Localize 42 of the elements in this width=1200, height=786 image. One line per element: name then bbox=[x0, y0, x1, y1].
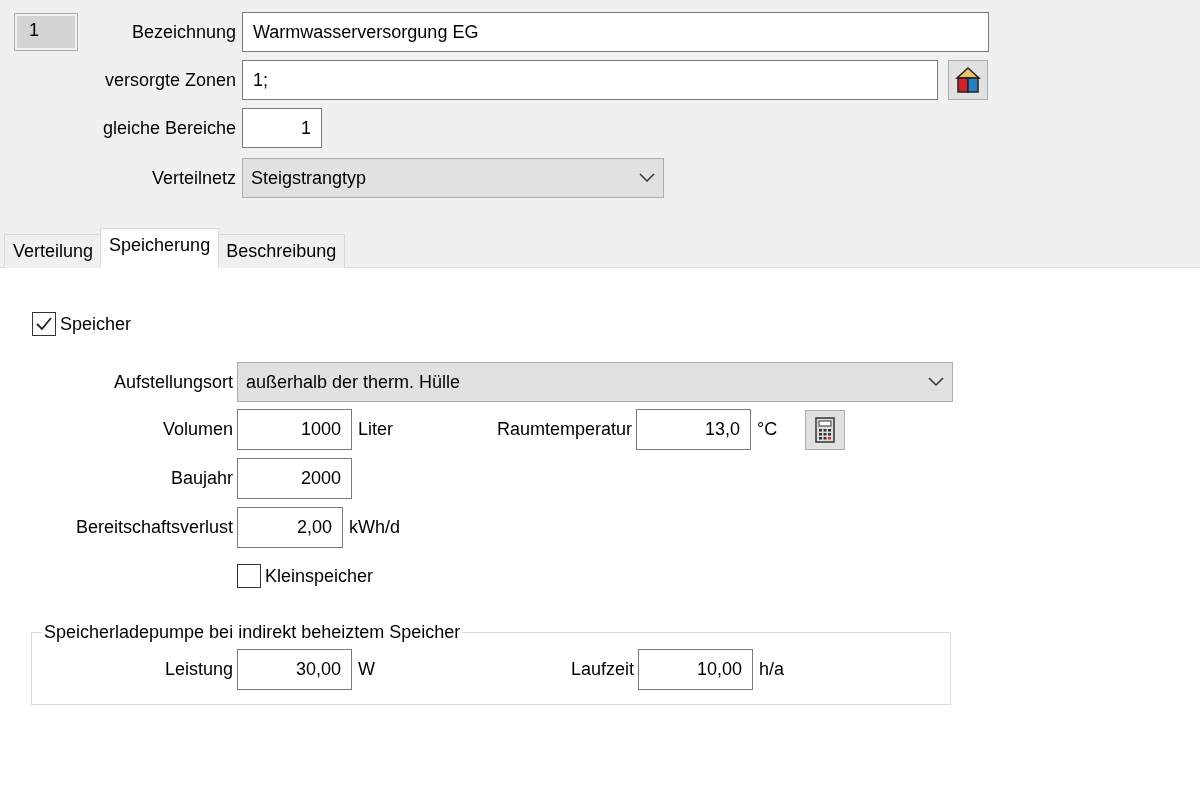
field-label: Baujahr bbox=[170, 468, 234, 489]
number-field[interactable]: 30,00 bbox=[237, 649, 352, 690]
field-label: Aufstellungsort bbox=[113, 371, 234, 393]
number-field[interactable]: 10,00 bbox=[638, 649, 753, 690]
text-field[interactable]: 1; bbox=[242, 60, 938, 100]
number-field[interactable]: 1000 bbox=[237, 409, 352, 450]
dropdown[interactable]: Steigstrangtyp bbox=[242, 158, 664, 198]
number-field[interactable]: 2,00 bbox=[237, 507, 343, 548]
tab[interactable]: Verteilung bbox=[4, 234, 103, 268]
field-label: Bereitschaftsverlust bbox=[75, 517, 234, 538]
calculator-button[interactable] bbox=[805, 409, 846, 450]
house-icon bbox=[955, 66, 981, 94]
text-field[interactable]: Warmwasserversorgung EG bbox=[242, 12, 989, 52]
unit-label: kWh/d bbox=[348, 517, 400, 538]
field-label: Raumtemperatur bbox=[496, 419, 633, 440]
number-field[interactable]: 13,0 bbox=[636, 409, 751, 450]
unit-label: Liter bbox=[357, 419, 393, 440]
record-number: 1 bbox=[14, 13, 78, 51]
dropdown[interactable]: außerhalb der therm. Hülle bbox=[237, 362, 953, 402]
unit-label: W bbox=[357, 659, 375, 680]
tab[interactable]: Beschreibung bbox=[217, 234, 346, 268]
field-label: versorgte Zonen bbox=[104, 69, 237, 91]
tab[interactable]: Speicherung bbox=[100, 228, 220, 268]
unit-label: °C bbox=[756, 419, 778, 440]
field-label: gleiche Bereiche bbox=[102, 117, 237, 139]
chevron-down-icon bbox=[928, 377, 944, 387]
calculator-icon bbox=[815, 416, 836, 443]
field-label: Verteilnetz bbox=[151, 167, 237, 189]
unit-label: h/a bbox=[758, 659, 785, 680]
number-field[interactable]: 1 bbox=[242, 108, 322, 148]
checkbox-label: Speicher bbox=[60, 313, 132, 335]
field-label: Bezeichnung bbox=[131, 21, 237, 43]
field-label: Leistung bbox=[164, 659, 234, 680]
checkbox[interactable] bbox=[237, 564, 261, 588]
checkbox[interactable] bbox=[32, 312, 56, 336]
field-label: Laufzeit bbox=[570, 659, 635, 680]
zone-button[interactable] bbox=[948, 60, 988, 100]
chevron-down-icon bbox=[639, 173, 655, 183]
field-label: Volumen bbox=[162, 419, 234, 440]
group-title: Speicherladepumpe bei indirekt beheiztem Speicher bbox=[43, 622, 462, 643]
checkbox-label: Kleinspeicher bbox=[265, 565, 374, 587]
number-field[interactable]: 2000 bbox=[237, 458, 352, 499]
